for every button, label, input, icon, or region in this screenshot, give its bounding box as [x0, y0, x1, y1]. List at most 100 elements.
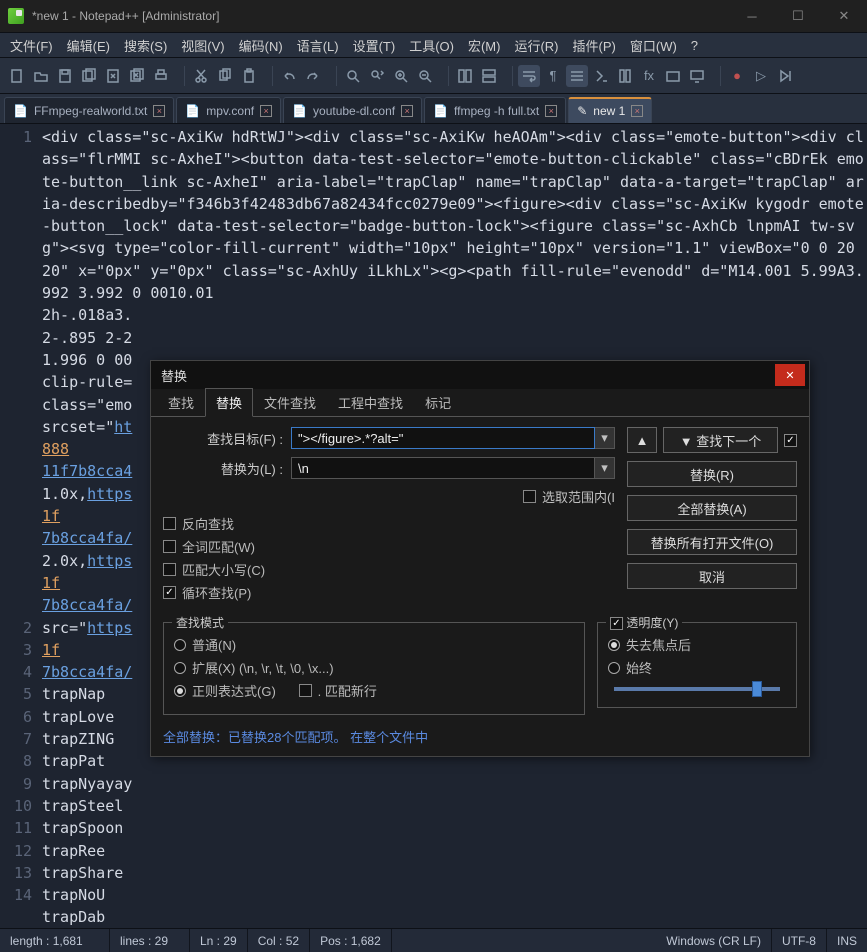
zoom-out-icon[interactable] — [414, 65, 436, 87]
in-selection-label: 选取范围内(I — [542, 487, 615, 506]
status-length: length : 1,681 — [0, 929, 110, 952]
tab-close-icon[interactable]: × — [153, 105, 165, 117]
dialog-titlebar[interactable]: 替换 ✕ — [151, 361, 809, 389]
paste-icon[interactable] — [238, 65, 260, 87]
status-pos: Pos : 1,682 — [310, 929, 392, 952]
replace-dropdown-icon[interactable]: ▾ — [595, 457, 615, 479]
folder-icon[interactable] — [662, 65, 684, 87]
menu-settings[interactable]: 设置(T) — [347, 34, 402, 57]
maximize-button[interactable]: ☐ — [775, 0, 821, 32]
menu-run[interactable]: 运行(R) — [508, 34, 564, 57]
find-input[interactable] — [291, 427, 595, 449]
save-icon[interactable] — [54, 65, 76, 87]
menu-view[interactable]: 视图(V) — [175, 34, 230, 57]
undo-icon[interactable] — [278, 65, 300, 87]
close-file-icon[interactable] — [102, 65, 124, 87]
tab-label: youtube-dl.conf — [313, 104, 395, 118]
swap-direction-button[interactable]: ▲ — [627, 427, 657, 453]
dialog-title: 替换 — [161, 366, 187, 385]
dialog-tab-replace[interactable]: 替换 — [205, 388, 253, 417]
status-encoding[interactable]: UTF-8 — [772, 929, 827, 952]
transparency-slider[interactable] — [614, 687, 780, 691]
dialog-tab-findproj[interactable]: 工程中查找 — [327, 388, 414, 416]
file-icon: ✎ — [577, 104, 587, 118]
mode-regex-radio[interactable] — [174, 685, 186, 697]
monitor-icon[interactable] — [686, 65, 708, 87]
find-icon[interactable] — [342, 65, 364, 87]
menu-tools[interactable]: 工具(O) — [403, 34, 460, 57]
replace-icon[interactable] — [366, 65, 388, 87]
new-icon[interactable] — [6, 65, 28, 87]
tab-youtube-dl[interactable]: 📄 youtube-dl.conf × — [283, 97, 422, 123]
file-icon: 📄 — [13, 104, 28, 118]
dialog-tab-find[interactable]: 查找 — [157, 388, 205, 416]
dot-newline-checkbox[interactable] — [299, 684, 312, 697]
find-next-button[interactable]: ▼ 查找下一个 — [663, 427, 778, 453]
search-mode-group: 查找模式 普通(N) 扩展(X) (\n, \r, \t, \0, \x...)… — [163, 622, 585, 715]
tab-close-icon[interactable]: × — [545, 105, 557, 117]
menu-help[interactable]: ? — [685, 36, 704, 55]
menu-edit[interactable]: 编辑(E) — [61, 34, 116, 57]
menu-file[interactable]: 文件(F) — [4, 34, 59, 57]
close-all-icon[interactable] — [126, 65, 148, 87]
menu-search[interactable]: 搜索(S) — [118, 34, 173, 57]
tab-close-icon[interactable]: × — [401, 105, 413, 117]
menu-macro[interactable]: 宏(M) — [462, 34, 507, 57]
replace-all-button[interactable]: 全部替换(A) — [627, 495, 797, 521]
play-icon[interactable]: ▷ — [750, 65, 772, 87]
matchcase-checkbox[interactable] — [163, 563, 176, 576]
copy-icon[interactable] — [214, 65, 236, 87]
status-eol[interactable]: Windows (CR LF) — [656, 929, 772, 952]
tab-close-icon[interactable]: × — [260, 105, 272, 117]
wordwrap-icon[interactable] — [518, 65, 540, 87]
mode-ext-radio[interactable] — [174, 662, 186, 674]
dialog-tab-findfiles[interactable]: 文件查找 — [253, 388, 327, 416]
zoom-in-icon[interactable] — [390, 65, 412, 87]
save-all-icon[interactable] — [78, 65, 100, 87]
find-dropdown-icon[interactable]: ▾ — [595, 427, 615, 449]
close-button[interactable]: ✕ — [821, 0, 867, 32]
record-icon[interactable]: ● — [726, 65, 748, 87]
tab-new-1[interactable]: ✎ new 1 × — [568, 97, 652, 123]
dialog-tab-mark[interactable]: 标记 — [414, 388, 462, 416]
in-selection-checkbox[interactable] — [523, 490, 536, 503]
menu-encoding[interactable]: 编码(N) — [233, 34, 289, 57]
trans-onlose-label: 失去焦点后 — [626, 635, 691, 654]
wrap-checkbox[interactable] — [163, 586, 176, 599]
show-all-icon[interactable]: ¶ — [542, 65, 564, 87]
funclist-icon[interactable]: fx — [638, 65, 660, 87]
file-icon: 📄 — [433, 104, 448, 118]
redo-icon[interactable] — [302, 65, 324, 87]
udl-icon[interactable] — [590, 65, 612, 87]
mode-normal-radio[interactable] — [174, 639, 186, 651]
tab-ffmpeg-realworld[interactable]: 📄 FFmpeg-realworld.txt × — [4, 97, 174, 123]
replace-input[interactable] — [291, 457, 595, 479]
cancel-button[interactable]: 取消 — [627, 563, 797, 589]
minimize-button[interactable]: ─ — [729, 0, 775, 32]
trans-always-radio[interactable] — [608, 662, 620, 674]
print-icon[interactable] — [150, 65, 172, 87]
wrap-label: 循环查找(P) — [182, 583, 251, 602]
tab-close-icon[interactable]: × — [631, 105, 643, 117]
docmap-icon[interactable] — [614, 65, 636, 87]
backward-checkbox[interactable] — [163, 517, 176, 530]
replace-all-open-button[interactable]: 替换所有打开文件(O) — [627, 529, 797, 555]
open-icon[interactable] — [30, 65, 52, 87]
findnext-lock-checkbox[interactable] — [784, 434, 797, 447]
tab-mpv-conf[interactable]: 📄 mpv.conf × — [176, 97, 281, 123]
wholeword-checkbox[interactable] — [163, 540, 176, 553]
transparency-checkbox[interactable] — [610, 617, 623, 630]
status-mode[interactable]: INS — [827, 929, 867, 952]
menu-plugins[interactable]: 插件(P) — [567, 34, 622, 57]
tab-ffmpeg-h-full[interactable]: 📄 ffmpeg -h full.txt × — [424, 97, 566, 123]
indent-guide-icon[interactable] — [566, 65, 588, 87]
playback-icon[interactable] — [774, 65, 796, 87]
dialog-close-button[interactable]: ✕ — [775, 364, 805, 386]
trans-onlose-radio[interactable] — [608, 639, 620, 651]
menu-window[interactable]: 窗口(W) — [624, 34, 683, 57]
menu-language[interactable]: 语言(L) — [291, 34, 345, 57]
replace-button[interactable]: 替换(R) — [627, 461, 797, 487]
cut-icon[interactable] — [190, 65, 212, 87]
sync-v-icon[interactable] — [454, 65, 476, 87]
sync-h-icon[interactable] — [478, 65, 500, 87]
